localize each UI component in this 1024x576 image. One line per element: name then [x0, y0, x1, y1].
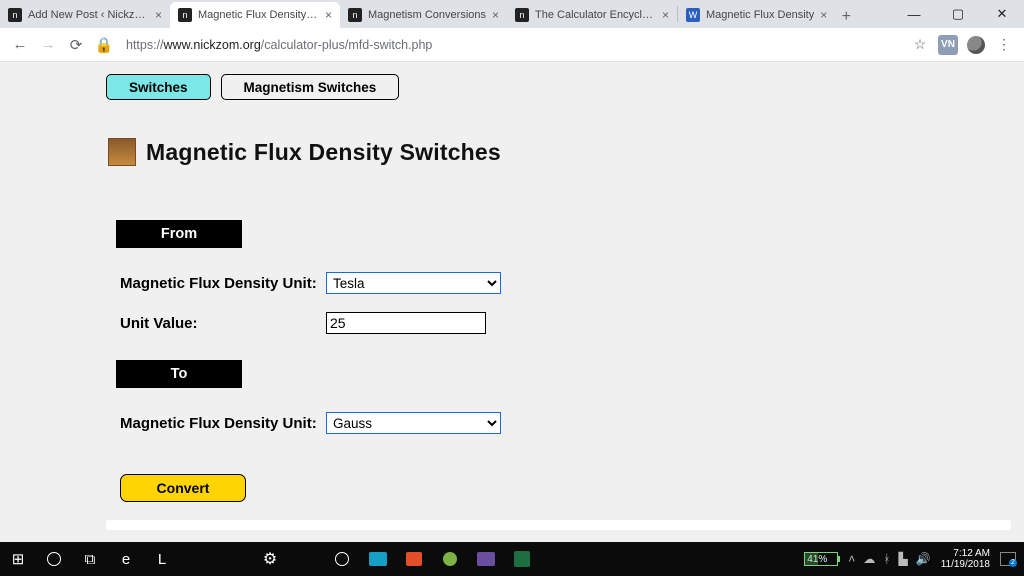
chrome-icon[interactable]	[288, 542, 324, 576]
new-tab-button[interactable]: +	[835, 6, 857, 28]
page-favicon-icon	[108, 138, 136, 166]
browser-menu-button[interactable]: ⋮	[994, 35, 1014, 55]
convert-button[interactable]: Convert	[120, 474, 246, 502]
close-icon[interactable]: ×	[492, 8, 499, 22]
action-center-icon[interactable]: 2	[1000, 552, 1016, 566]
from-unit-label: Magnetic Flux Density Unit:	[120, 275, 326, 292]
windows-taskbar: ⊞ ⧉ e L ⚙ 41% ˄ ☁ ᚼ ▙ 🔊 7:12 AM 11/19/20…	[0, 542, 1024, 576]
clock-date: 11/19/2018	[941, 559, 990, 570]
unit-value-label: Unit Value:	[120, 315, 326, 332]
breadcrumb: Switches Magnetism Switches	[106, 74, 1024, 100]
taskbar-app-icon[interactable]	[432, 542, 468, 576]
url-path: /calculator-plus/mfd-switch.php	[261, 38, 433, 52]
onedrive-icon[interactable]: ☁	[863, 552, 875, 566]
secure-lock-icon[interactable]: 🔒	[92, 33, 116, 57]
edge-icon[interactable]: e	[108, 542, 144, 576]
network-icon[interactable]: ▙	[899, 552, 908, 566]
app-icon[interactable]: L	[144, 542, 180, 576]
to-section-label: To	[116, 360, 242, 388]
address-bar[interactable]: https://www.nickzom.org/calculator-plus/…	[118, 38, 906, 52]
browser-tab-0[interactable]: n Add New Post ‹ Nickzom Blog ×	[0, 2, 170, 28]
favicon-icon: n	[515, 8, 529, 22]
tab-title: Magnetism Conversions	[368, 9, 486, 21]
window-maximize-button[interactable]: ▢	[936, 0, 980, 28]
clock-time: 7:12 AM	[941, 548, 990, 559]
close-icon[interactable]: ×	[662, 8, 669, 22]
close-icon[interactable]: ×	[325, 8, 332, 22]
bookmark-star-icon[interactable]: ☆	[910, 35, 930, 55]
taskbar-app-icon[interactable]	[396, 542, 432, 576]
browser-tab-2[interactable]: n Magnetism Conversions ×	[340, 2, 507, 28]
breadcrumb-magnetism-switches[interactable]: Magnetism Switches	[221, 74, 400, 100]
tab-title: Add New Post ‹ Nickzom Blog	[28, 9, 149, 21]
excel-icon[interactable]	[504, 542, 540, 576]
unit-value-input[interactable]	[326, 312, 486, 334]
notification-count-badge: 2	[1009, 559, 1017, 567]
tab-title: The Calculator Encyclopedia C	[535, 9, 656, 21]
window-close-button[interactable]: ✕	[980, 0, 1024, 28]
browser-tab-1[interactable]: n Magnetic Flux Density Convers ×	[170, 2, 340, 28]
reload-button[interactable]: ⟳	[64, 33, 88, 57]
forward-button[interactable]: →	[36, 33, 60, 57]
cortana-search-icon[interactable]	[36, 542, 72, 576]
profile-avatar-icon[interactable]	[966, 35, 986, 55]
task-view-icon[interactable]: ⧉	[72, 542, 108, 576]
from-unit-select[interactable]: Tesla	[326, 272, 501, 294]
to-unit-label: Magnetic Flux Density Unit:	[120, 415, 326, 432]
battery-status[interactable]: 41%	[804, 552, 838, 566]
favicon-icon: W	[686, 8, 700, 22]
breadcrumb-switches[interactable]: Switches	[106, 74, 211, 100]
calculator-icon[interactable]	[216, 542, 252, 576]
taskbar-app-icon[interactable]	[360, 542, 396, 576]
taskbar-app-icon[interactable]	[468, 542, 504, 576]
to-unit-select[interactable]: Gauss	[326, 412, 501, 434]
browser-tab-3[interactable]: n The Calculator Encyclopedia C ×	[507, 2, 677, 28]
url-host: www.nickzom.org	[164, 38, 261, 52]
page-viewport: Switches Magnetism Switches Magnetic Flu…	[0, 62, 1024, 542]
settings-icon[interactable]: ⚙	[252, 542, 288, 576]
close-icon[interactable]: ×	[820, 8, 827, 22]
back-button[interactable]: ←	[8, 33, 32, 57]
volume-icon[interactable]: 🔊	[916, 552, 931, 566]
window-minimize-button[interactable]: —	[892, 0, 936, 28]
url-scheme: https://	[126, 38, 164, 52]
browser-tab-4[interactable]: W Magnetic Flux Density ×	[678, 2, 835, 28]
tab-title: Magnetic Flux Density	[706, 9, 814, 21]
taskbar-clock[interactable]: 7:12 AM 11/19/2018	[941, 548, 990, 570]
favicon-icon: n	[8, 8, 22, 22]
browser-tabstrip: n Add New Post ‹ Nickzom Blog × n Magnet…	[0, 0, 1024, 28]
tab-title: Magnetic Flux Density Convers	[198, 9, 319, 21]
favicon-icon: n	[178, 8, 192, 22]
horizontal-scrollbar[interactable]	[106, 520, 1011, 530]
tray-up-icon[interactable]: ˄	[848, 552, 855, 566]
file-explorer-icon[interactable]	[180, 542, 216, 576]
browser-toolbar: ← → ⟳ 🔒 https://www.nickzom.org/calculat…	[0, 28, 1024, 62]
taskbar-app-icon[interactable]	[324, 542, 360, 576]
favicon-icon: n	[348, 8, 362, 22]
start-button[interactable]: ⊞	[0, 542, 36, 576]
bluetooth-icon[interactable]: ᚼ	[883, 552, 890, 566]
close-icon[interactable]: ×	[155, 8, 162, 22]
system-tray[interactable]: ˄ ☁ ᚼ ▙ 🔊	[848, 552, 930, 566]
from-section-label: From	[116, 220, 242, 248]
extension-icon[interactable]: VN	[938, 35, 958, 55]
page-title: Magnetic Flux Density Switches	[146, 139, 501, 166]
